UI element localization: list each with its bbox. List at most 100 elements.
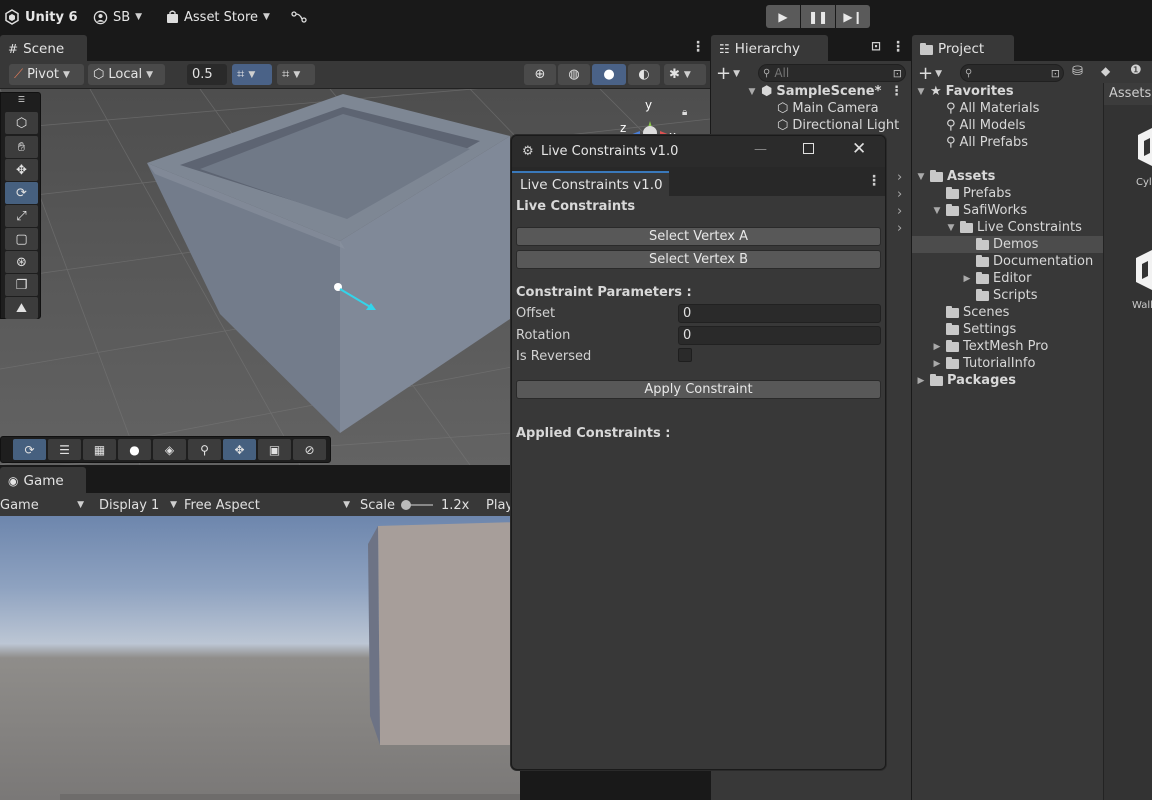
- lock-icon[interactable]: ⊡: [871, 39, 881, 53]
- kebab-menu-icon[interactable]: ⋮: [867, 173, 881, 189]
- play-button[interactable]: ▶: [766, 5, 800, 28]
- tab-project[interactable]: Project: [912, 35, 1014, 61]
- lock-icon[interactable]: 🔒︎: [682, 107, 687, 118]
- camera-button[interactable]: ▣: [258, 439, 291, 460]
- zoom-button[interactable]: ⚲: [188, 439, 221, 460]
- tab-hierarchy[interactable]: ☷ Hierarchy: [711, 35, 828, 61]
- tab-game[interactable]: ◉ Game: [0, 467, 86, 493]
- expand-arrow-icon[interactable]: ▼: [747, 87, 757, 97]
- asset-item[interactable]: Cylin: [1136, 125, 1152, 188]
- folder-row-settings[interactable]: Settings: [946, 321, 1016, 338]
- step-button[interactable]: ▶❙: [836, 5, 870, 28]
- view-tool-button[interactable]: ⬡: [5, 112, 38, 134]
- packages-row[interactable]: ▶ Packages: [916, 372, 1016, 389]
- game-mode-dropdown[interactable]: Game ▼: [0, 495, 88, 515]
- pivot-dropdown[interactable]: ⟋ Pivot ▼: [9, 64, 84, 85]
- pause-button[interactable]: ❚❚: [801, 5, 835, 28]
- play-focus-dropdown[interactable]: Play: [486, 495, 513, 515]
- kebab-menu-icon[interactable]: ⋮: [890, 84, 903, 99]
- transform-tool-button[interactable]: ⊛: [5, 251, 38, 273]
- expand-arrow-icon[interactable]: ▶: [962, 274, 972, 284]
- expand-arrow-icon[interactable]: ▼: [916, 87, 926, 97]
- custom-tool-button[interactable]: ❐: [5, 274, 38, 296]
- grid-snap-toggle[interactable]: ⌗ ▼: [232, 64, 272, 85]
- slider-track[interactable]: [400, 500, 433, 510]
- filter-icon[interactable]: ⊡: [893, 67, 902, 80]
- hierarchy-item-main-camera[interactable]: ⬡ Main Camera: [777, 100, 879, 117]
- kebab-menu-icon[interactable]: ⋮: [891, 39, 905, 55]
- folder-row-safiworks[interactable]: ▼ SafiWorks: [932, 202, 1028, 219]
- move-button[interactable]: ✥: [223, 439, 256, 460]
- orbit-button[interactable]: ⟳: [13, 439, 46, 460]
- create-dropdown[interactable]: + ▼: [716, 63, 740, 84]
- offset-field[interactable]: 0: [678, 304, 881, 323]
- shaded-toggle[interactable]: ●: [592, 64, 626, 85]
- sphere-button[interactable]: ●: [118, 439, 151, 460]
- favorite-item[interactable]: ⚲ All Prefabs: [946, 134, 1028, 151]
- tab-scene[interactable]: # Scene: [0, 35, 87, 61]
- maximize-icon[interactable]: [803, 143, 814, 154]
- project-search[interactable]: ⚲ ⊡: [960, 64, 1064, 82]
- local-dropdown[interactable]: ⬡ Local ▼: [88, 64, 165, 85]
- folder-row-live-constraints[interactable]: ▼ Live Constraints: [946, 219, 1082, 236]
- folder-row-editor[interactable]: ▶ Editor: [962, 270, 1032, 287]
- folder-row-scenes[interactable]: Scenes: [946, 304, 1009, 321]
- asset-store-dropdown[interactable]: Asset Store ▼: [166, 7, 270, 27]
- label-filter-icon[interactable]: ◆: [1101, 64, 1110, 78]
- filter-icon[interactable]: ⊡: [1051, 67, 1060, 80]
- type-filter-icon[interactable]: ⛁: [1072, 64, 1083, 79]
- folder-row-scripts[interactable]: Scripts: [976, 287, 1037, 304]
- snap-increment-field[interactable]: 0.5: [187, 64, 227, 85]
- select-vertex-a-button[interactable]: Select Vertex A: [516, 227, 881, 246]
- expand-arrow-icon[interactable]: ▶: [932, 359, 942, 369]
- drag-handle-icon[interactable]: ☰: [5, 95, 38, 104]
- folder-row-demos[interactable]: Demos: [912, 236, 1103, 253]
- expand-arrow-icon[interactable]: ▶: [916, 376, 926, 386]
- display-dropdown[interactable]: Display 1 ▼: [99, 495, 179, 515]
- grid-button[interactable]: ▦: [83, 439, 116, 460]
- apply-constraint-button[interactable]: Apply Constraint: [516, 380, 881, 399]
- scale-tool-button[interactable]: ⤢: [5, 205, 38, 227]
- orientation-toggle[interactable]: ⊕: [524, 64, 556, 85]
- aspect-dropdown[interactable]: Free Aspect ▼: [184, 495, 352, 515]
- layers-button[interactable]: ◈: [153, 439, 186, 460]
- expand-arrow-icon[interactable]: ▼: [916, 172, 926, 182]
- folder-row-documentation[interactable]: Documentation: [976, 253, 1093, 270]
- wireframe-toggle[interactable]: ◍: [558, 64, 590, 85]
- folder-row-textmesh[interactable]: ▶ TextMesh Pro: [932, 338, 1049, 355]
- rotate-tool-button[interactable]: ⟳: [5, 182, 38, 204]
- close-icon[interactable]: ✕: [852, 139, 866, 159]
- account-dropdown[interactable]: SB ▼: [93, 7, 142, 27]
- favorite-item[interactable]: ⚲ All Models: [946, 117, 1026, 134]
- kebab-menu-icon[interactable]: ⋮: [691, 39, 705, 55]
- expand-arrow-icon[interactable]: ▼: [932, 206, 942, 216]
- game-viewport[interactable]: [0, 516, 520, 800]
- project-create-dropdown[interactable]: + ▼: [918, 63, 942, 84]
- favorite-item[interactable]: ⚲ All Materials: [946, 100, 1039, 117]
- scale-slider[interactable]: Scale 1.2x: [360, 495, 469, 515]
- align-button[interactable]: ☰: [48, 439, 81, 460]
- is-reversed-checkbox[interactable]: [678, 348, 692, 362]
- hierarchy-scene-row[interactable]: ▼ ⬢ SampleScene* ⋮: [711, 83, 911, 100]
- debug-dropdown[interactable]: ✱ ▼: [664, 64, 706, 85]
- folder-row-tutorial[interactable]: ▶ TutorialInfo: [932, 355, 1036, 372]
- assets-row[interactable]: ▼ Assets: [916, 168, 996, 185]
- terrain-tool-button[interactable]: ⛰︎: [5, 297, 38, 319]
- grid-visibility-toggle[interactable]: ⌗ ▼: [277, 64, 315, 85]
- expand-arrow-icon[interactable]: ▶: [932, 342, 942, 352]
- asset-item[interactable]: Wall: [1132, 248, 1152, 311]
- move-tool-button[interactable]: ✥: [5, 159, 38, 181]
- tab-live-constraints[interactable]: Live Constraints v1.0: [512, 171, 669, 196]
- collapsed-arrow-icons[interactable]: › › › ›: [897, 169, 902, 237]
- warning-icon[interactable]: ❶: [1130, 63, 1142, 78]
- rotation-field[interactable]: 0: [678, 326, 881, 345]
- lighting-toggle[interactable]: ◐: [628, 64, 660, 85]
- unity-menu[interactable]: Unity 6: [4, 7, 78, 27]
- hand-tool-button[interactable]: ✋︎: [5, 136, 38, 158]
- minimize-icon[interactable]: —: [754, 142, 767, 157]
- window-titlebar[interactable]: ⚙︎ Live Constraints v1.0 — ✕: [512, 136, 885, 167]
- select-vertex-b-button[interactable]: Select Vertex B: [516, 250, 881, 269]
- expand-arrow-icon[interactable]: ▼: [946, 223, 956, 233]
- hierarchy-search-input[interactable]: [774, 66, 875, 80]
- rect-tool-button[interactable]: ▢: [5, 228, 38, 250]
